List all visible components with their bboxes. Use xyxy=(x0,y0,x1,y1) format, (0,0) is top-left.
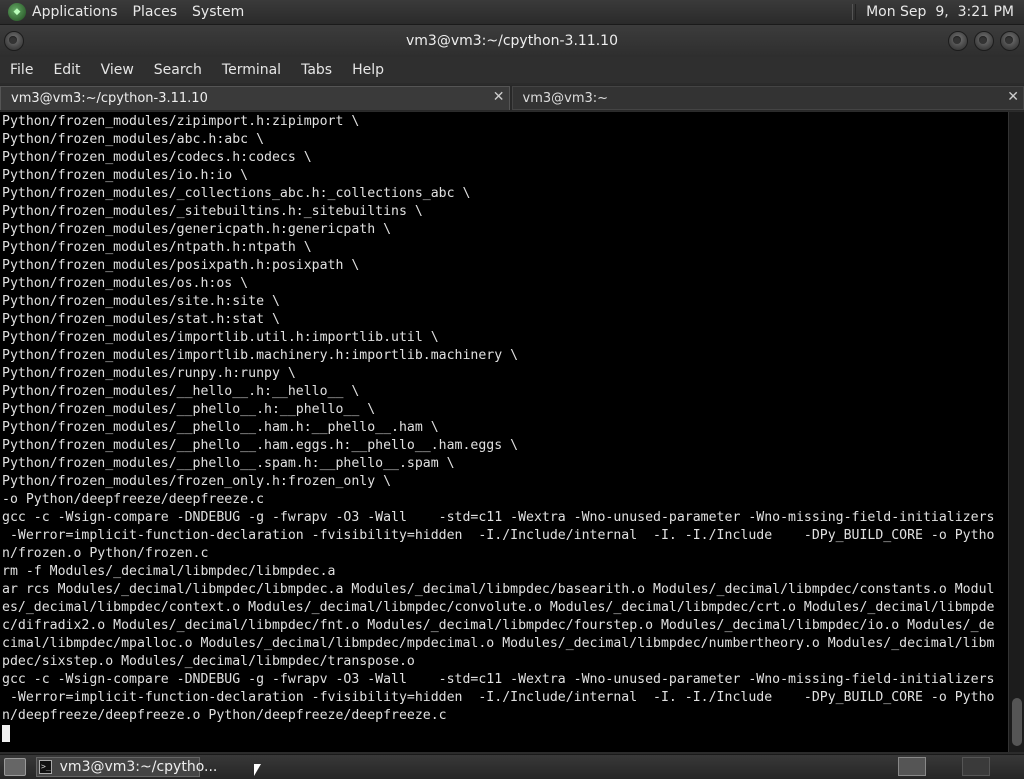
places-menu[interactable]: Places xyxy=(133,4,178,20)
terminal-line: Python/frozen_modules/os.h:os \ xyxy=(2,275,1008,293)
terminal-line: Python/frozen_modules/__hello__.h:__hell… xyxy=(2,383,1008,401)
panel-right: Mon Sep 9, 3:21 PM xyxy=(852,4,1024,20)
terminal-line: Python/frozen_modules/_sitebuiltins.h:_s… xyxy=(2,203,1008,221)
mouse-pointer-icon xyxy=(254,764,261,776)
show-desktop-icon[interactable] xyxy=(4,758,26,776)
terminal-line: Python/frozen_modules/ntpath.h:ntpath \ xyxy=(2,239,1008,257)
terminal-line: Python/frozen_modules/__phello__.spam.h:… xyxy=(2,455,1008,473)
menu-terminal[interactable]: Terminal xyxy=(212,62,291,78)
terminal-line: Python/frozen_modules/__phello__.ham.egg… xyxy=(2,437,1008,455)
menu-file[interactable]: File xyxy=(0,62,43,78)
tab-bar: vm3@vm3:~/cpython-3.11.10 ✕ vm3@vm3:~ ✕ xyxy=(0,85,1024,111)
minimize-button[interactable] xyxy=(948,31,968,51)
terminal-line: Python/frozen_modules/frozen_only.h:froz… xyxy=(2,473,1008,491)
close-tab-icon[interactable]: ✕ xyxy=(1007,89,1019,105)
terminal-line: -o Python/deepfreeze/deepfreeze.c xyxy=(2,491,1008,509)
top-panel: ◆ Applications Places System Mon Sep 9, … xyxy=(0,0,1024,25)
terminal-line: gcc -c -Wsign-compare -DNDEBUG -g -fwrap… xyxy=(2,671,1008,689)
terminal-line: Python/frozen_modules/abc.h:abc \ xyxy=(2,131,1008,149)
terminal-line: pdec/sixstep.o Modules/_decimal/libmpdec… xyxy=(2,653,1008,671)
terminal-line: gcc -c -Wsign-compare -DNDEBUG -g -fwrap… xyxy=(2,509,1008,527)
window-titlebar[interactable]: vm3@vm3:~/cpython-3.11.10 xyxy=(0,25,1024,57)
menu-search[interactable]: Search xyxy=(144,62,212,78)
terminal-line: cimal/libmpdec/mpalloc.o Modules/_decima… xyxy=(2,635,1008,653)
system-menu[interactable]: System xyxy=(192,4,244,20)
tab-label: vm3@vm3:~ xyxy=(523,91,609,106)
terminal-line: n/deepfreeze/deepfreeze.o Python/deepfre… xyxy=(2,707,1008,725)
bottom-panel: >_ vm3@vm3:~/cpytho... xyxy=(0,754,1024,779)
menu-help[interactable]: Help xyxy=(342,62,394,78)
terminal-line: Python/frozen_modules/posixpath.h:posixp… xyxy=(2,257,1008,275)
applications-menu[interactable]: Applications xyxy=(32,4,118,20)
taskbar-window-label: vm3@vm3:~/cpytho... xyxy=(60,759,218,775)
tab-cpython[interactable]: vm3@vm3:~/cpython-3.11.10 ✕ xyxy=(0,86,510,110)
tab-label: vm3@vm3:~/cpython-3.11.10 xyxy=(11,91,208,106)
workspace-switcher-2[interactable] xyxy=(962,757,990,776)
terminal-scrollbar[interactable] xyxy=(1008,112,1024,752)
terminal-line: n/frozen.o Python/frozen.c xyxy=(2,545,1008,563)
panel-separator xyxy=(852,4,856,20)
terminal-line: -Werror=implicit-function-declaration -f… xyxy=(2,527,1008,545)
scrollbar-thumb[interactable] xyxy=(1012,698,1022,746)
terminal-line: Python/frozen_modules/__phello__.h:__phe… xyxy=(2,401,1008,419)
terminal-line: -Werror=implicit-function-declaration -f… xyxy=(2,689,1008,707)
terminal-line: Python/frozen_modules/importlib.machiner… xyxy=(2,347,1008,365)
terminal-line: Python/frozen_modules/io.h:io \ xyxy=(2,167,1008,185)
panel-menu: ◆ Applications Places System xyxy=(0,3,259,21)
menubar: File Edit View Search Terminal Tabs Help xyxy=(0,57,1024,83)
tab-home[interactable]: vm3@vm3:~ ✕ xyxy=(512,86,1024,110)
terminal-lines: Python/frozen_modules/zipimport.h:zipimp… xyxy=(0,112,1008,743)
terminal-line: Python/frozen_modules/stat.h:stat \ xyxy=(2,311,1008,329)
terminal-line: Python/frozen_modules/genericpath.h:gene… xyxy=(2,221,1008,239)
terminal-line: Python/frozen_modules/codecs.h:codecs \ xyxy=(2,149,1008,167)
terminal-line: rm -f Modules/_decimal/libmpdec/libmpdec… xyxy=(2,563,1008,581)
close-window-button[interactable] xyxy=(1000,31,1020,51)
terminal-line: ar rcs Modules/_decimal/libmpdec/libmpde… xyxy=(2,581,1008,599)
terminal-line: Python/frozen_modules/runpy.h:runpy \ xyxy=(2,365,1008,383)
terminal-icon: >_ xyxy=(39,760,52,774)
terminal-output[interactable]: Python/frozen_modules/zipimport.h:zipimp… xyxy=(0,112,1008,752)
menu-edit[interactable]: Edit xyxy=(43,62,90,78)
window-title: vm3@vm3:~/cpython-3.11.10 xyxy=(406,33,618,49)
terminal-line: Python/frozen_modules/__phello__.ham.h:_… xyxy=(2,419,1008,437)
terminal-line: Python/frozen_modules/zipimport.h:zipimp… xyxy=(2,113,1008,131)
terminal-line: es/_decimal/libmpdec/context.o Modules/_… xyxy=(2,599,1008,617)
menu-tabs[interactable]: Tabs xyxy=(291,62,342,78)
close-tab-icon[interactable]: ✕ xyxy=(493,89,505,105)
terminal-line: Python/frozen_modules/site.h:site \ xyxy=(2,293,1008,311)
menu-view[interactable]: View xyxy=(91,62,144,78)
taskbar-window-button[interactable]: >_ vm3@vm3:~/cpytho... xyxy=(36,757,200,777)
clock[interactable]: Mon Sep 9, 3:21 PM xyxy=(866,4,1014,20)
window-menu-button[interactable] xyxy=(4,31,24,51)
terminal-line: Python/frozen_modules/importlib.util.h:i… xyxy=(2,329,1008,347)
distro-logo-icon[interactable]: ◆ xyxy=(8,3,26,21)
terminal-line: c/difradix2.o Modules/_decimal/libmpdec/… xyxy=(2,617,1008,635)
maximize-button[interactable] xyxy=(974,31,994,51)
terminal-line: Python/frozen_modules/_collections_abc.h… xyxy=(2,185,1008,203)
workspace-switcher-1[interactable] xyxy=(898,757,926,776)
text-cursor xyxy=(2,725,10,742)
terminal-prompt-line xyxy=(2,725,1008,743)
